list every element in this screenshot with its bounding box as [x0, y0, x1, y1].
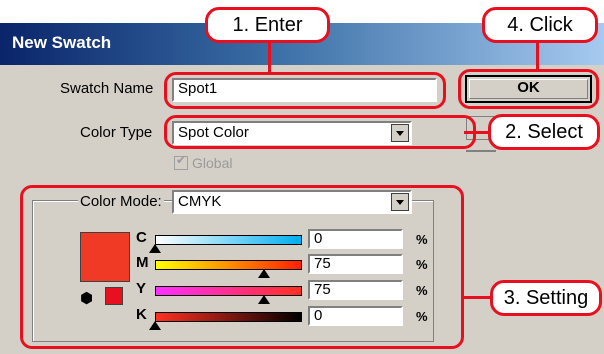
color-settings-highlight	[20, 185, 464, 349]
global-label: Global	[192, 155, 233, 171]
connector-select	[464, 131, 490, 134]
callout-select: 2. Select	[488, 114, 600, 150]
dialog-title: New Swatch	[12, 33, 112, 52]
button-divider	[466, 150, 496, 152]
connector-click	[536, 40, 539, 70]
callout-enter: 1. Enter	[205, 7, 330, 43]
color-type-label: Color Type	[80, 124, 153, 141]
swatch-name-highlight	[164, 72, 446, 109]
global-checkbox[interactable]: ✔	[174, 153, 188, 170]
ok-button-highlight	[458, 69, 599, 109]
callout-setting: 3. Setting	[490, 280, 602, 316]
checkmark-icon: ✔	[176, 153, 187, 167]
swatch-name-label: Swatch Name	[60, 80, 154, 97]
callout-click: 4. Click	[482, 7, 598, 43]
connector-enter	[268, 40, 271, 73]
color-type-highlight	[164, 115, 476, 149]
